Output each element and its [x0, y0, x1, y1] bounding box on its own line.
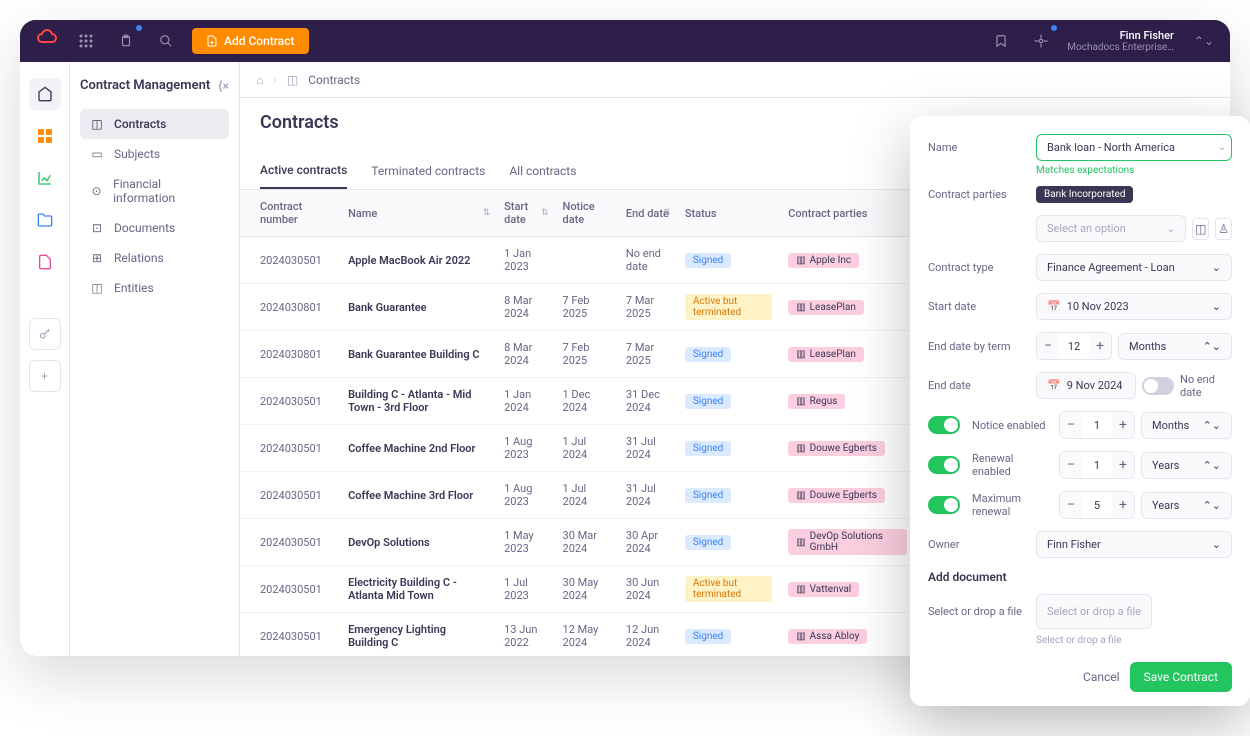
col-header[interactable]: Start date⇅	[496, 190, 554, 237]
sidebar-item-entities[interactable]: ◫Entities	[80, 273, 229, 303]
notice-toggle[interactable]	[928, 416, 960, 434]
max-stepper[interactable]: −5+	[1059, 491, 1135, 519]
party-action-1[interactable]: ◫	[1192, 218, 1209, 240]
sidebar: Contract Management ⟨× ◫Contracts ▭Subjec…	[70, 62, 240, 656]
endterm-unit[interactable]: Months⌃⌄	[1118, 333, 1232, 360]
breadcrumb: ⌂ › ◫ Contracts	[240, 62, 1230, 98]
sidebar-item-financial[interactable]: ⊙Financial information	[80, 169, 229, 213]
renewal-unit[interactable]: Years⌃⌄	[1141, 452, 1232, 479]
logo	[36, 28, 60, 55]
endterm-stepper[interactable]: −12+	[1036, 332, 1112, 360]
renewal-toggle[interactable]	[928, 456, 960, 474]
nav-rail: +	[20, 62, 70, 656]
nav-add-icon[interactable]: +	[29, 360, 61, 392]
cancel-button[interactable]: Cancel	[1083, 670, 1120, 684]
col-header[interactable]: Notice date	[555, 190, 618, 237]
field-label: Contract type	[928, 261, 1024, 274]
tab-terminated-contracts[interactable]: Terminated contracts	[371, 154, 485, 188]
tab-all-contracts[interactable]: All contracts	[509, 154, 576, 188]
sidebar-item-documents[interactable]: ⊡Documents	[80, 213, 229, 243]
nav-file-icon[interactable]	[29, 246, 61, 278]
nav-folder-icon[interactable]	[29, 204, 61, 236]
col-header[interactable]: Contract parties	[780, 190, 915, 237]
add-contract-button-top[interactable]: Add Contract	[192, 28, 309, 54]
field-label: Start date	[928, 300, 1024, 313]
notice-stepper[interactable]: −1+	[1059, 411, 1135, 439]
party-action-2[interactable]: ♙	[1215, 218, 1232, 240]
nav-home-icon[interactable]	[29, 78, 61, 110]
col-header[interactable]: Contract number	[240, 190, 340, 237]
name-input[interactable]	[1036, 134, 1232, 161]
sidebar-title: Contract Management	[80, 78, 210, 93]
sidebar-item-contracts[interactable]: ◫Contracts	[80, 109, 229, 139]
col-header[interactable]: Name⇅	[340, 190, 496, 237]
titlebar: Add Contract Finn Fisher Mochadocs Enter…	[20, 20, 1230, 62]
file-dropzone[interactable]: Select or drop a file	[1036, 594, 1152, 629]
field-label: End date	[928, 379, 1024, 392]
max-unit[interactable]: Years⌃⌄	[1141, 492, 1232, 519]
start-date-input[interactable]: 📅10 Nov 2023⌄	[1036, 293, 1232, 320]
nav-apps-icon[interactable]	[29, 120, 61, 152]
add-doc-title: Add document	[928, 570, 1232, 584]
parties-select[interactable]: Select an option⌄	[1036, 215, 1186, 242]
notice-unit[interactable]: Months⌃⌄	[1141, 412, 1232, 439]
field-label: Contract parties	[928, 188, 1024, 201]
nav-analytics-icon[interactable]	[29, 162, 61, 194]
name-helper: Matches expectations	[1036, 165, 1232, 176]
breadcrumb-current: Contracts	[308, 73, 360, 87]
type-select[interactable]: Finance Agreement - Loan⌄	[1036, 254, 1232, 281]
field-label: Name	[928, 141, 1024, 154]
user-menu[interactable]: Finn Fisher Mochadocs Enterprise…	[1067, 29, 1174, 53]
search-icon[interactable]	[152, 27, 180, 55]
add-contract-panel: Name⌄ Matches expectations Contract part…	[910, 116, 1250, 706]
renewal-stepper[interactable]: −1+	[1059, 451, 1135, 479]
sidebar-item-relations[interactable]: ⊞Relations	[80, 243, 229, 273]
no-end-toggle[interactable]	[1142, 377, 1174, 395]
settings-icon[interactable]	[1027, 27, 1055, 55]
end-date-input[interactable]: 📅9 Nov 2024	[1036, 372, 1136, 399]
clipboard-icon[interactable]	[112, 27, 140, 55]
apps-icon[interactable]	[72, 27, 100, 55]
save-button[interactable]: Save Contract	[1130, 662, 1232, 692]
user-menu-chevron-icon[interactable]: ⌃⌄	[1194, 34, 1214, 48]
field-label: Owner	[928, 538, 1024, 551]
nav-key-icon[interactable]	[29, 318, 61, 350]
party-chip[interactable]: Bank Incorporated	[1036, 186, 1133, 203]
tab-active-contracts[interactable]: Active contracts	[260, 153, 347, 189]
bookmark-icon[interactable]	[987, 27, 1015, 55]
field-label: End date by term	[928, 340, 1024, 353]
sidebar-collapse-icon[interactable]: ⟨×	[218, 79, 229, 93]
col-header[interactable]: Status	[677, 190, 780, 237]
col-header[interactable]: End date⇅	[618, 190, 677, 237]
doc-icon: ◫	[287, 73, 298, 87]
sidebar-item-subjects[interactable]: ▭Subjects	[80, 139, 229, 169]
max-toggle[interactable]	[928, 496, 960, 514]
owner-select[interactable]: Finn Fisher⌄	[1036, 531, 1232, 558]
home-icon[interactable]: ⌂	[256, 73, 263, 87]
